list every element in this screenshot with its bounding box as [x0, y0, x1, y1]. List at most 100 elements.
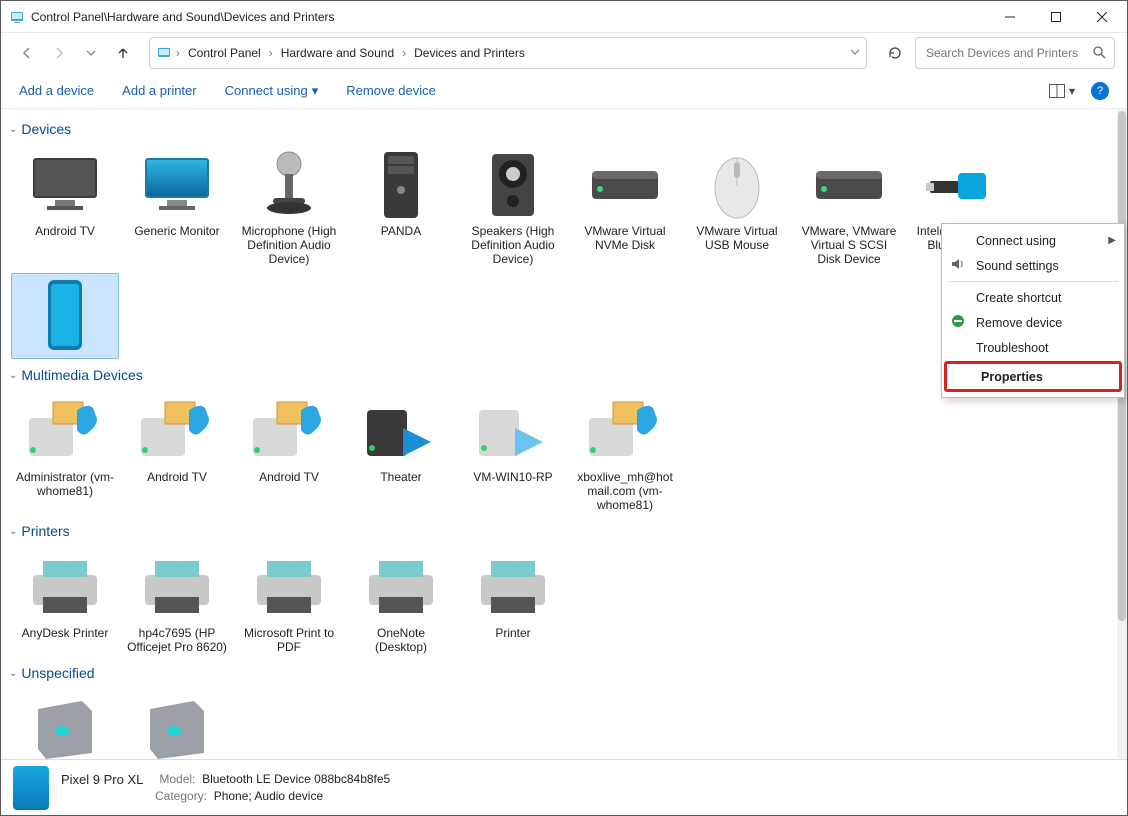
close-button[interactable] — [1079, 1, 1125, 33]
device-item[interactable]: OneNote (Desktop) — [347, 543, 455, 657]
group-title: Devices — [21, 121, 71, 137]
devices-and-printers-window: Control Panel\Hardware and Sound\Devices… — [0, 0, 1128, 816]
bluetooth-adapter-icon — [917, 146, 1005, 224]
group-header-printers[interactable]: ⌄ Printers — [9, 523, 1113, 539]
help-button[interactable]: ? — [1091, 82, 1109, 100]
minimize-button[interactable] — [987, 1, 1033, 33]
details-category-label: Category: — [155, 789, 207, 803]
monitor-icon — [133, 146, 221, 224]
device-label: VM-WIN10-RP — [473, 470, 552, 484]
device-list-scroll[interactable]: ⌄ Devices Android TV Generic Monitor Mic… — [1, 109, 1117, 759]
media-player-icon — [357, 392, 445, 470]
ctx-remove-device[interactable]: Remove device — [942, 310, 1124, 335]
breadcrumb-level2[interactable]: Devices and Printers — [410, 44, 529, 62]
connect-using-link[interactable]: Connect using ▾ — [225, 83, 319, 99]
ctx-properties[interactable]: Properties — [947, 364, 1119, 389]
address-dropdown-chevron-icon[interactable] — [850, 46, 860, 60]
search-box[interactable] — [915, 37, 1115, 69]
unspecified-items — [9, 683, 1113, 759]
device-label: VMware, VMware Virtual S SCSI Disk Devic… — [798, 224, 900, 266]
content-area: ⌄ Devices Android TV Generic Monitor Mic… — [1, 109, 1127, 759]
ctx-connect-using[interactable]: Connect using ▶ — [942, 228, 1124, 253]
computer-tower-icon — [357, 146, 445, 224]
group-header-devices[interactable]: ⌄ Devices — [9, 121, 1113, 137]
address-bar[interactable]: › Control Panel › Hardware and Sound › D… — [149, 37, 867, 69]
printer-icon — [21, 548, 109, 626]
recent-locations-button[interactable] — [77, 39, 105, 67]
up-button[interactable] — [109, 39, 137, 67]
device-label: Administrator (vm-whome81) — [14, 470, 116, 498]
device-item[interactable]: VMware Virtual USB Mouse — [683, 141, 791, 269]
control-panel-titlebar-icon — [9, 9, 25, 25]
view-options-button[interactable]: ▾ — [1049, 84, 1075, 98]
device-label: Microsoft Print to PDF — [238, 626, 340, 654]
printer-icon — [469, 548, 557, 626]
device-item[interactable]: Printer — [459, 543, 567, 657]
chevron-down-icon: ⌄ — [9, 124, 17, 135]
add-device-link[interactable]: Add a device — [19, 83, 94, 98]
device-label: Printer — [495, 626, 530, 640]
group-header-unspecified[interactable]: ⌄ Unspecified — [9, 665, 1113, 681]
dropdown-arrow-icon: ▾ — [312, 83, 319, 99]
chevron-down-icon: ▾ — [1069, 84, 1075, 98]
hard-drive-icon — [581, 146, 669, 224]
vertical-scrollbar[interactable] — [1117, 109, 1127, 759]
device-label: PANDA — [381, 224, 421, 238]
device-item[interactable]: PANDA — [347, 141, 455, 269]
forward-button[interactable] — [45, 39, 73, 67]
ctx-troubleshoot[interactable]: Troubleshoot — [942, 335, 1124, 360]
device-item[interactable]: AnyDesk Printer — [11, 543, 119, 657]
ctx-properties-highlight: Properties — [944, 361, 1122, 392]
chevron-right-icon[interactable]: › — [176, 46, 180, 60]
printer-icon — [133, 548, 221, 626]
device-item[interactable]: Administrator (vm-whome81) — [11, 387, 119, 515]
ctx-sound-settings[interactable]: Sound settings — [942, 253, 1124, 278]
media-renderer-icon — [245, 392, 333, 470]
device-item[interactable] — [11, 685, 119, 759]
breadcrumb-root[interactable]: Control Panel — [184, 44, 265, 62]
device-item[interactable]: Android TV — [123, 387, 231, 515]
device-label: VMware Virtual USB Mouse — [686, 224, 788, 252]
device-item[interactable]: VMware Virtual NVMe Disk — [571, 141, 679, 269]
device-item[interactable]: VMware, VMware Virtual S SCSI Disk Devic… — [795, 141, 903, 269]
context-menu-separator — [948, 281, 1118, 282]
refresh-button[interactable] — [879, 37, 911, 69]
remove-device-link[interactable]: Remove device — [346, 83, 436, 98]
device-item[interactable] — [123, 685, 231, 759]
chevron-right-icon[interactable]: › — [402, 46, 406, 60]
chevron-right-icon[interactable]: › — [269, 46, 273, 60]
device-item[interactable]: xboxlive_mh@hotmail.com (vm-whome81) — [571, 387, 679, 515]
remove-device-icon — [950, 313, 966, 332]
printer-icon — [357, 548, 445, 626]
maximize-button[interactable] — [1033, 1, 1079, 33]
phone-icon — [21, 278, 109, 356]
device-item[interactable]: Android TV — [235, 387, 343, 515]
device-item[interactable]: Microphone (High Definition Audio Device… — [235, 141, 343, 269]
media-renderer-icon — [133, 392, 221, 470]
printers-items: AnyDesk Printer hp4c7695 (HP Officejet P… — [9, 541, 1113, 659]
printer-icon — [245, 548, 333, 626]
ctx-create-shortcut[interactable]: Create shortcut — [942, 285, 1124, 310]
device-item[interactable]: hp4c7695 (HP Officejet Pro 8620) — [123, 543, 231, 657]
device-item[interactable]: Theater — [347, 387, 455, 515]
search-icon[interactable] — [1092, 45, 1106, 62]
back-button[interactable] — [13, 39, 41, 67]
command-bar: Add a device Add a printer Connect using… — [1, 73, 1127, 109]
device-item[interactable]: Speakers (High Definition Audio Device) — [459, 141, 567, 269]
device-item[interactable]: VM-WIN10-RP — [459, 387, 567, 515]
device-item[interactable]: Generic Monitor — [123, 141, 231, 269]
add-printer-link[interactable]: Add a printer — [122, 83, 196, 98]
device-label: Generic Monitor — [134, 224, 219, 238]
media-player-icon — [469, 392, 557, 470]
media-renderer-icon — [581, 392, 669, 470]
device-item-selected[interactable] — [11, 273, 119, 359]
device-item[interactable]: Android TV — [11, 141, 119, 269]
navigation-bar: › Control Panel › Hardware and Sound › D… — [1, 33, 1127, 73]
search-input[interactable] — [924, 45, 1086, 61]
device-label: Microphone (High Definition Audio Device… — [238, 224, 340, 266]
device-item[interactable]: Microsoft Print to PDF — [235, 543, 343, 657]
chevron-down-icon: ⌄ — [9, 668, 17, 679]
device-label: Theater — [380, 470, 421, 484]
speaker-settings-icon — [950, 256, 966, 275]
breadcrumb-level1[interactable]: Hardware and Sound — [277, 44, 398, 62]
